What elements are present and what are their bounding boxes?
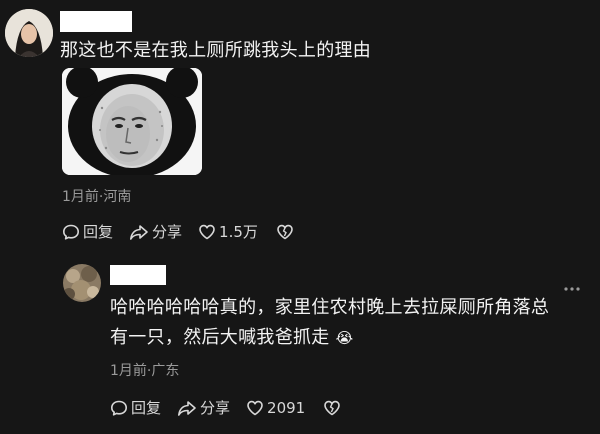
panda-meme-image bbox=[62, 68, 202, 175]
reply-reply-button[interactable]: 回复 bbox=[110, 397, 161, 418]
more-dots-icon bbox=[564, 287, 580, 291]
heart-icon bbox=[247, 400, 263, 415]
reply-text-line-1: 哈哈哈哈哈哈真的，家里住农村晚上去拉屎厕所角落总 bbox=[110, 297, 550, 318]
commenter-avatar-image bbox=[5, 9, 53, 57]
speech-bubble-icon bbox=[111, 400, 127, 416]
replier-avatar[interactable] bbox=[63, 264, 101, 302]
reply-share-label: 分享 bbox=[200, 399, 231, 417]
commenter-username-redacted bbox=[60, 11, 132, 32]
crying-emoji: 😭 bbox=[335, 329, 354, 347]
like-button[interactable]: 1.5万 bbox=[198, 221, 258, 242]
share-arrow-icon bbox=[178, 400, 196, 416]
reply-actions-bar: 回复 分享 2091 bbox=[110, 397, 360, 418]
comment-text: 那这也不是在我上厕所跳我头上的理由 bbox=[60, 40, 372, 61]
heart-icon bbox=[199, 224, 215, 239]
reply-share-button[interactable]: 分享 bbox=[177, 397, 230, 418]
reply-label: 回复 bbox=[83, 223, 114, 241]
dislike-button[interactable] bbox=[276, 223, 297, 241]
commenter-avatar[interactable] bbox=[5, 9, 53, 57]
share-label: 分享 bbox=[152, 223, 183, 241]
reply-dislike-button[interactable] bbox=[323, 399, 344, 417]
comment-actions-bar: 回复 分享 1.5万 bbox=[62, 221, 313, 242]
broken-heart-icon bbox=[277, 224, 293, 239]
broken-heart-icon bbox=[324, 400, 341, 415]
reply-like-button[interactable]: 2091 bbox=[246, 399, 305, 417]
more-options-button[interactable] bbox=[563, 278, 581, 291]
reply-text: 哈哈哈哈哈哈真的，家里住农村晚上去拉屎厕所角落总 有一只，然后大喊我爸抓走 😭 bbox=[110, 293, 580, 353]
reply-meta-time-location: 1月前·广东 bbox=[110, 363, 180, 379]
replier-username-redacted bbox=[110, 265, 166, 285]
reply-reply-label: 回复 bbox=[131, 399, 162, 417]
replier-avatar-image bbox=[63, 264, 101, 302]
reply-text-line-2: 有一只，然后大喊我爸抓走 😭 bbox=[110, 323, 580, 353]
reply-text-line-2-words: 有一只，然后大喊我爸抓走 bbox=[110, 327, 330, 348]
like-count: 1.5万 bbox=[219, 223, 258, 241]
reply-button[interactable]: 回复 bbox=[62, 221, 113, 242]
reply-like-count: 2091 bbox=[267, 398, 306, 417]
share-arrow-icon bbox=[130, 224, 148, 240]
speech-bubble-icon bbox=[63, 224, 79, 240]
share-button[interactable]: 分享 bbox=[129, 221, 182, 242]
comment-meta-time-location: 1月前·河南 bbox=[62, 189, 132, 205]
panda-meme-sticker[interactable] bbox=[62, 68, 202, 175]
